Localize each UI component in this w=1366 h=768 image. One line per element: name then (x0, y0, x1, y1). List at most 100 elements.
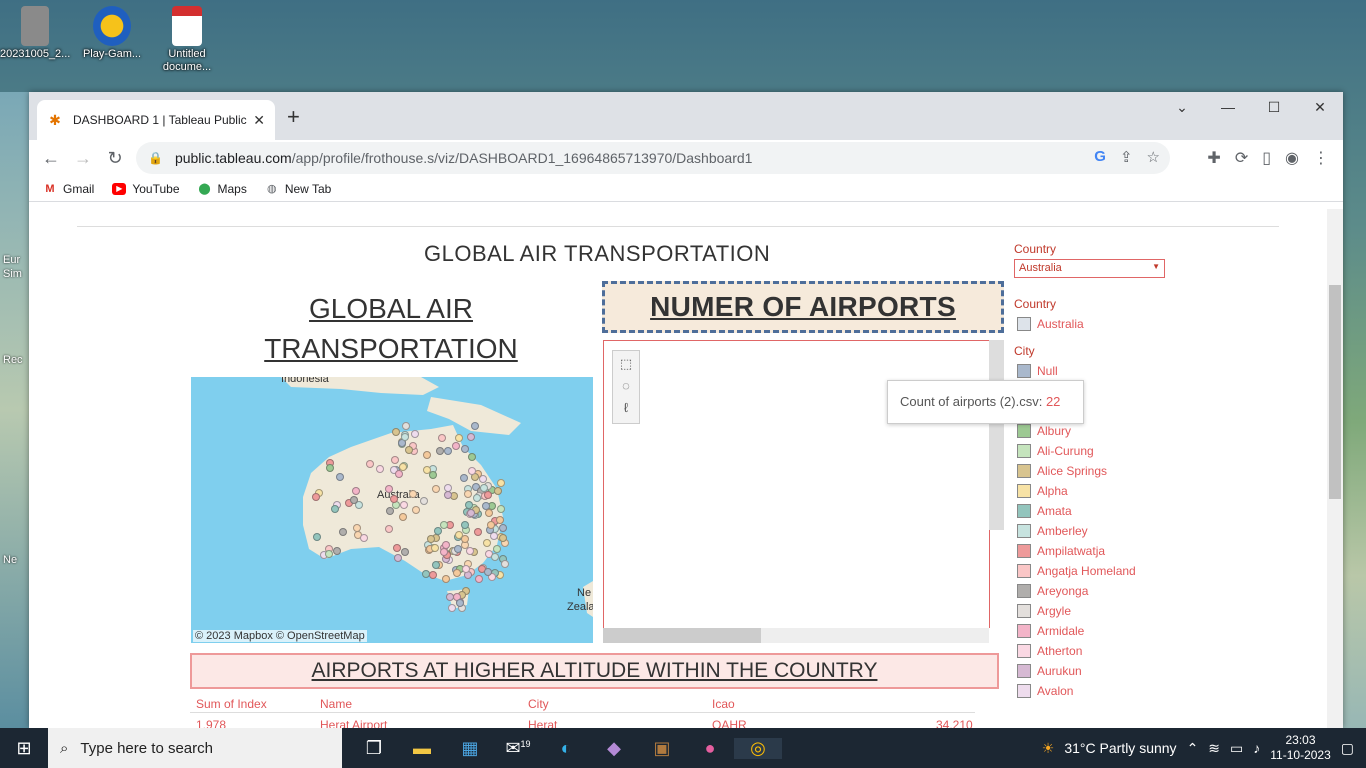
viz-vertical-scrollbar[interactable] (989, 340, 1004, 530)
airport-marker[interactable] (411, 505, 420, 514)
windows-start-icon[interactable]: ⊞ (0, 738, 48, 759)
menu-icon[interactable]: ⋮ (1313, 148, 1329, 168)
column-header[interactable]: Name (320, 697, 352, 711)
share-icon[interactable]: ⇪ (1120, 148, 1133, 166)
bookmark-star-icon[interactable]: ☆ (1147, 148, 1160, 166)
legend-item-city[interactable]: Ampilatwatja (1017, 544, 1105, 558)
legend-item-city[interactable]: Amata (1017, 504, 1072, 518)
airport-marker[interactable] (390, 494, 399, 503)
airport-marker[interactable] (431, 485, 440, 494)
scroll-thumb[interactable] (603, 628, 761, 643)
airport-marker[interactable] (375, 464, 384, 473)
legend-item-city[interactable]: Albury (1017, 424, 1071, 438)
legend-item-city[interactable]: Ali-Curung (1017, 444, 1094, 458)
battery-icon[interactable]: ▭ (1230, 740, 1243, 757)
airport-marker[interactable] (464, 500, 473, 509)
bookmark-youtube[interactable]: ▶ YouTube (112, 182, 180, 196)
column-header[interactable]: City (528, 697, 549, 711)
airport-marker[interactable] (483, 538, 492, 547)
airport-marker[interactable] (460, 444, 469, 453)
radial-select-icon[interactable]: ◌ (617, 377, 635, 395)
airport-marker[interactable] (499, 523, 508, 532)
google-lens-icon[interactable]: G (1094, 148, 1106, 166)
airport-marker[interactable] (400, 547, 409, 556)
airport-marker[interactable] (325, 463, 334, 472)
airport-marker[interactable] (483, 567, 492, 576)
side-panel-icon[interactable]: ▯ (1262, 148, 1271, 168)
airport-marker[interactable] (461, 564, 470, 573)
task-view-icon[interactable]: ❐ (350, 738, 398, 759)
country-dropdown[interactable]: Australia ▼ (1014, 259, 1165, 278)
legend-item-city[interactable]: Atherton (1017, 644, 1082, 658)
airport-marker[interactable] (494, 486, 503, 495)
airport-marker[interactable] (496, 504, 505, 513)
back-button[interactable]: ← (35, 148, 67, 169)
airport-marker[interactable] (338, 527, 347, 536)
airport-marker[interactable] (359, 533, 368, 542)
lasso-select-icon[interactable]: ℓ (617, 399, 635, 417)
airport-marker[interactable] (444, 446, 453, 455)
airport-marker[interactable] (332, 546, 341, 555)
weather-text[interactable]: 31°C Partly sunny (1064, 740, 1176, 756)
minimize-button[interactable]: — (1205, 92, 1251, 122)
legend-item-australia[interactable]: Australia (1017, 317, 1084, 331)
airport-marker[interactable] (453, 544, 462, 553)
tab-close-button[interactable]: ✕ (253, 112, 265, 129)
legend-item-city[interactable]: Areyonga (1017, 584, 1088, 598)
airport-marker[interactable] (405, 445, 414, 454)
airport-marker[interactable] (454, 433, 463, 442)
airport-marker[interactable] (423, 465, 432, 474)
airport-marker[interactable] (443, 490, 452, 499)
store-icon[interactable]: ▦ (446, 738, 494, 759)
rectangle-select-icon[interactable]: ⬚ (617, 355, 635, 373)
extensions-icon[interactable]: ✚ (1207, 148, 1220, 168)
airport-marker[interactable] (467, 467, 476, 476)
legend-item-city[interactable]: Alpha (1017, 484, 1068, 498)
airport-marker[interactable] (456, 598, 465, 607)
airport-marker[interactable] (466, 432, 475, 441)
tab-search-icon[interactable]: ⌄ (1159, 92, 1205, 122)
airport-marker[interactable] (461, 520, 469, 529)
airport-marker[interactable] (419, 497, 428, 506)
airport-marker[interactable] (428, 570, 437, 579)
app-icon[interactable]: ▣ (638, 738, 686, 759)
airport-marker[interactable] (439, 548, 448, 557)
airport-marker[interactable] (393, 553, 402, 562)
app-icon[interactable]: ● (686, 738, 734, 759)
file-explorer-icon[interactable]: ▬ (398, 738, 446, 759)
airport-marker[interactable] (483, 490, 492, 499)
legend-item-city[interactable]: Armidale (1017, 624, 1084, 638)
airport-marker[interactable] (452, 569, 461, 578)
taskbar-search[interactable]: ⌕ Type here to search (48, 728, 342, 768)
airport-marker[interactable] (495, 515, 504, 524)
desktop-icon-pdf[interactable]: Untitled docume... (152, 6, 222, 74)
maximize-button[interactable]: ☐ (1251, 92, 1297, 122)
airport-marker[interactable] (436, 446, 445, 455)
airport-marker[interactable] (431, 543, 440, 552)
airport-marker[interactable] (312, 532, 321, 541)
desktop-icon-photo[interactable]: 20231005_2... (0, 6, 70, 61)
clock[interactable]: 23:03 11-10-2023 (1270, 733, 1331, 763)
airport-marker[interactable] (433, 527, 442, 535)
legend-item-city[interactable]: Alice Springs (1017, 464, 1107, 478)
airport-marker[interactable] (497, 478, 505, 487)
reload-button[interactable]: ↻ (99, 148, 131, 169)
viz-horizontal-scrollbar[interactable] (603, 628, 989, 643)
app-icon[interactable]: ◆ (590, 738, 638, 759)
desktop-icon-game[interactable]: Play-Gam... (77, 6, 147, 61)
airport-marker[interactable] (385, 506, 394, 515)
airport-marker[interactable] (492, 544, 501, 553)
legend-item-city[interactable]: Avalon (1017, 684, 1073, 698)
sync-icon[interactable]: ⟳ (1235, 148, 1248, 168)
airport-marker[interactable] (466, 508, 475, 517)
australia-airports-map[interactable]: Indonesia Australia Ne Zeala © 2023 Mapb… (191, 377, 593, 643)
chrome-icon[interactable]: ◎ (734, 737, 782, 759)
tab-dashboard[interactable]: ✱ DASHBOARD 1 | Tableau Public ✕ (37, 100, 275, 140)
bookmark-maps[interactable]: ⬤ Maps (198, 182, 247, 196)
bookmark-new-tab[interactable]: ◍ New Tab (265, 182, 331, 196)
column-header[interactable]: Sum of Index (196, 697, 267, 711)
airport-marker[interactable] (455, 530, 464, 539)
legend-item-city[interactable]: Amberley (1017, 524, 1088, 538)
forward-button[interactable]: → (67, 148, 99, 169)
address-bar[interactable]: 🔒 public.tableau.com/app/profile/frothou… (136, 142, 1170, 174)
